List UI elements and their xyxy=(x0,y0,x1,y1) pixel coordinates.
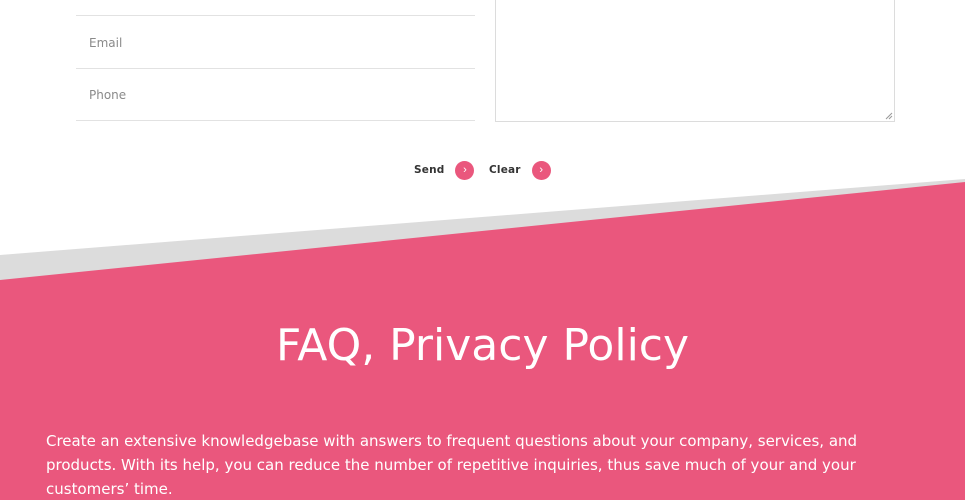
phone-field-wrapper xyxy=(76,69,475,121)
email-field-wrapper xyxy=(76,17,475,69)
name-field[interactable] xyxy=(76,0,475,15)
message-field[interactable] xyxy=(496,0,894,121)
resize-grip-icon[interactable] xyxy=(885,112,893,120)
page: Send › Clear › FAQ, Privacy Policy Creat… xyxy=(0,0,965,500)
faq-title: FAQ, Privacy Policy xyxy=(275,320,690,371)
email-field[interactable] xyxy=(76,17,475,68)
faq-description: Create an extensive knowledgebase with a… xyxy=(46,432,858,498)
name-field-wrapper xyxy=(76,0,475,16)
phone-field[interactable] xyxy=(76,69,475,120)
message-field-wrapper xyxy=(495,0,895,122)
